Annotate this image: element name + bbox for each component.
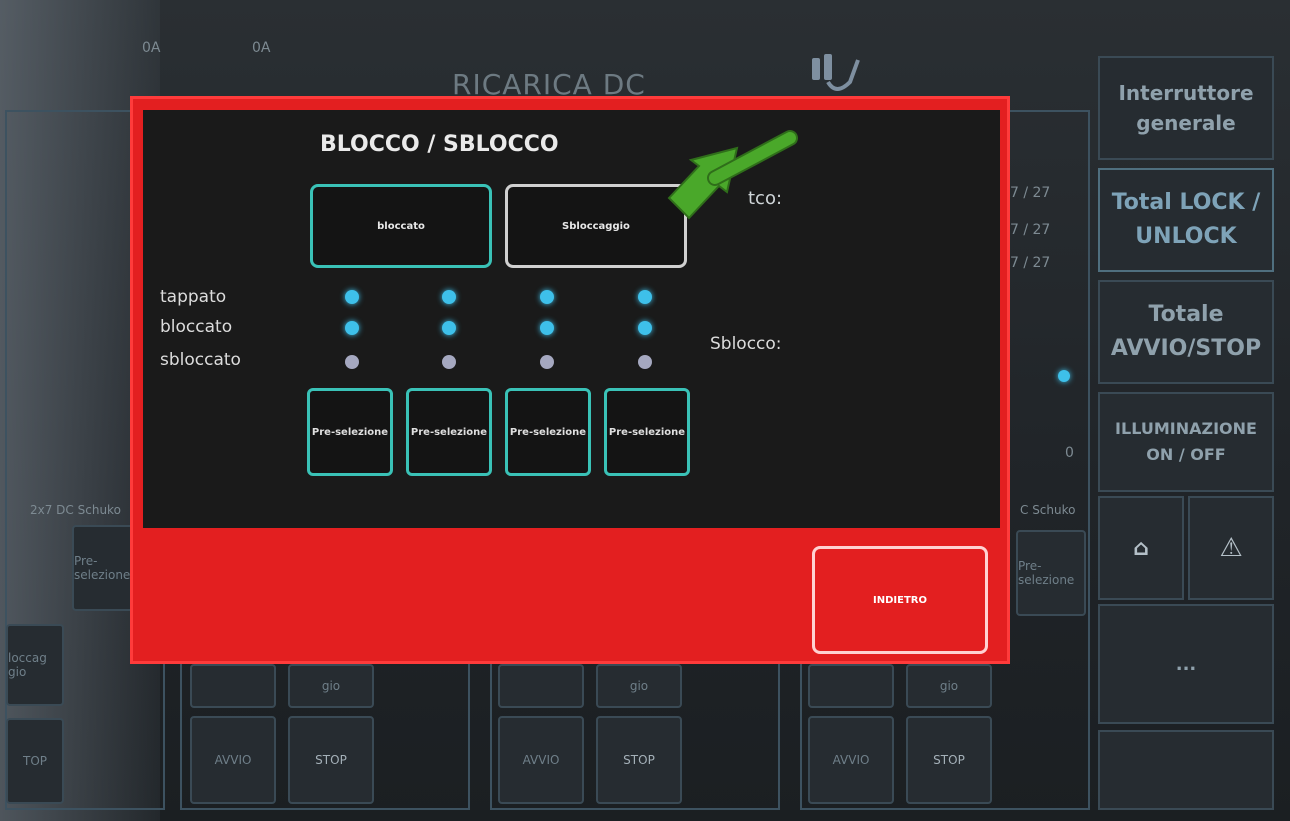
lighting-toggle-button[interactable]: ILLUMINAZIONE ON / OFF (1098, 392, 1274, 492)
reading-zero: 0 (1065, 445, 1074, 461)
bg-preselect-button-1[interactable]: Pre-selezione (72, 525, 134, 611)
bg-unlock-button-3[interactable]: gio (596, 664, 682, 708)
locked-led-3 (540, 321, 554, 335)
dialog-title: BLOCCO / SBLOCCO (320, 132, 559, 157)
unlocked-led-3 (540, 355, 554, 369)
locked-led-2 (442, 321, 456, 335)
locked-led-1 (345, 321, 359, 335)
unlocked-led-1 (345, 355, 359, 369)
counter-3: 7 / 27 (1010, 255, 1051, 271)
annotation-arrow-icon (655, 128, 805, 228)
locked-led-4 (638, 321, 652, 335)
warning-button[interactable]: ⚠ (1188, 496, 1274, 600)
current-reading-2: 0A (252, 40, 271, 56)
unlocked-led-4 (638, 355, 652, 369)
locked-button[interactable]: bloccato (310, 184, 492, 268)
bg-start-button-3[interactable]: AVVIO (498, 716, 584, 804)
connector-type-label: C Schuko (1020, 503, 1076, 517)
counter-2: 7 / 27 (1010, 222, 1051, 238)
back-button[interactable]: INDIETRO (812, 546, 988, 654)
home-button[interactable]: ⌂ (1098, 496, 1184, 600)
capped-led-3 (540, 290, 554, 304)
bg-start-button-2[interactable]: AVVIO (190, 716, 276, 804)
preselect-button-1[interactable]: Pre-selezione (307, 388, 393, 476)
bg-blank-button-4[interactable] (808, 664, 894, 708)
bg-stop-button-2[interactable]: STOP (288, 716, 374, 804)
charging-plug-icon (806, 52, 866, 96)
counter-1: 7 / 27 (1010, 185, 1051, 201)
preselect-button-4[interactable]: Pre-selezione (604, 388, 690, 476)
bg-start-button-4[interactable]: AVVIO (808, 716, 894, 804)
unlocked-led-2 (442, 355, 456, 369)
bg-stop-button-3[interactable]: STOP (596, 716, 682, 804)
bg-unlock-button-4[interactable]: gio (906, 664, 992, 708)
capped-led-2 (442, 290, 456, 304)
bg-blank-button-2[interactable] (190, 664, 276, 708)
warning-icon: ⚠ (1219, 533, 1243, 563)
more-button[interactable]: ... (1098, 604, 1274, 724)
status-label-capped: tappato (160, 287, 227, 307)
total-start-stop-button[interactable]: Totale AVVIO/STOP (1098, 280, 1274, 384)
bg-preselect-button-4[interactable]: Pre-selezione (1016, 530, 1086, 616)
preselect-button-3[interactable]: Pre-selezione (505, 388, 591, 476)
connector-type-label-left: 2x7 DC Schuko (30, 503, 121, 517)
side-empty-cell (1098, 730, 1274, 810)
capped-led-1 (345, 290, 359, 304)
bg-stop-button-1[interactable]: TOP (6, 718, 64, 804)
home-icon: ⌂ (1133, 535, 1149, 561)
capped-led-4 (638, 290, 652, 304)
current-reading-1: 0A (142, 40, 161, 56)
total-lock-unlock-button[interactable]: Total LOCK / UNLOCK (1098, 168, 1274, 272)
bg-status-led (1058, 370, 1070, 382)
status-label-locked: bloccato (160, 317, 233, 337)
unlock-label: Sblocco: (710, 334, 782, 354)
status-label-unlocked: sbloccato (160, 350, 241, 370)
bg-blank-button-3[interactable] (498, 664, 584, 708)
bg-unlock-button-1[interactable]: loccag gio (6, 624, 64, 706)
bg-stop-button-4[interactable]: STOP (906, 716, 992, 804)
master-switch-button[interactable]: Interruttore generale (1098, 56, 1274, 160)
bg-unlock-button-2[interactable]: gio (288, 664, 374, 708)
preselect-button-2[interactable]: Pre-selezione (406, 388, 492, 476)
